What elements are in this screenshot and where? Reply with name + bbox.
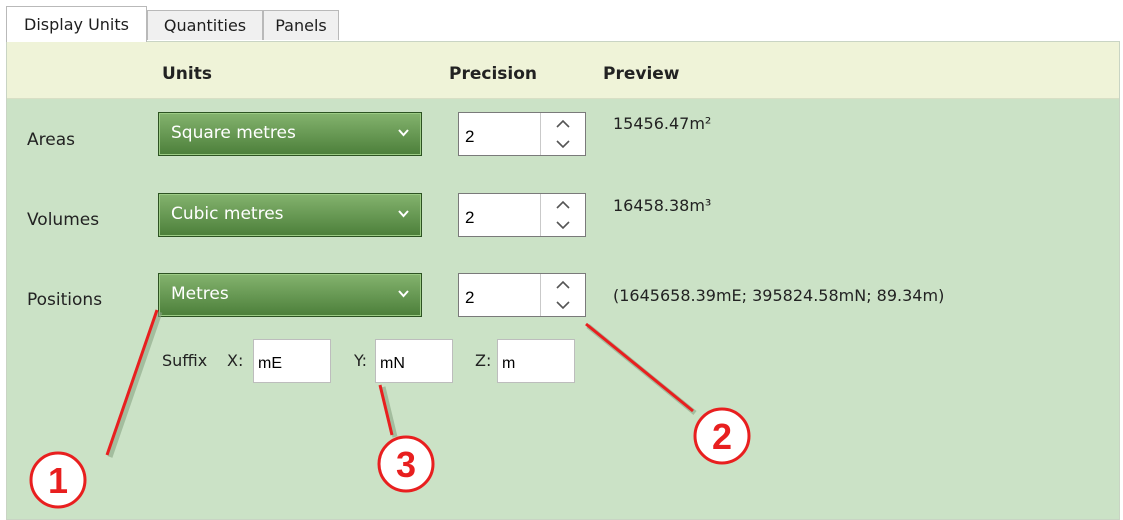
areas-precision-up-button[interactable] [541,113,585,134]
volumes-unit-value: Cubic metres [171,204,284,224]
chevron-down-icon [398,129,409,137]
suffix-x-label: X: [227,351,244,370]
chevron-up-icon [556,280,570,289]
preview-column-header: Preview [603,64,680,84]
chevron-down-icon [398,210,409,218]
tab-strip: Display Units Quantities Panels [0,0,1123,42]
volumes-unit-dropdown[interactable]: Cubic metres [158,193,422,237]
suffix-x-input[interactable] [253,339,331,383]
positions-unit-dropdown[interactable]: Metres [158,273,422,317]
display-units-panel: Units Precision Preview Areas Square met… [6,41,1120,520]
tab-quantities[interactable]: Quantities [147,10,263,40]
positions-preview: (1645658.39mE; 395824.58mN; 89.34m) [613,286,945,305]
suffix-y-input[interactable] [375,339,453,383]
volumes-preview: 16458.38m³ [613,196,712,215]
volumes-precision-spinner [458,193,586,237]
volumes-precision-down-button[interactable] [541,215,585,236]
positions-label: Positions [27,290,103,310]
positions-precision-spinner [458,273,586,317]
volumes-spin-buttons [540,194,585,236]
positions-unit-value: Metres [171,284,229,304]
positions-precision-up-button[interactable] [541,274,585,295]
areas-preview: 15456.47m² [613,114,712,133]
areas-precision-input[interactable] [459,113,541,155]
positions-spin-buttons [540,274,585,316]
precision-column-header: Precision [449,64,538,84]
volumes-label: Volumes [27,210,100,230]
positions-precision-input[interactable] [459,274,541,316]
areas-spin-buttons [540,113,585,155]
volumes-precision-up-button[interactable] [541,194,585,215]
units-column-header: Units [162,64,212,84]
suffix-label: Suffix [162,351,208,370]
column-header-row: Units Precision Preview [7,42,1119,99]
tab-display-units[interactable]: Display Units [6,6,147,42]
areas-unit-value: Square metres [171,123,296,143]
suffix-z-label: Z: [475,351,492,370]
volumes-precision-input[interactable] [459,194,541,236]
chevron-up-icon [556,119,570,128]
areas-label: Areas [27,130,75,150]
suffix-y-label: Y: [354,351,368,370]
tab-panels[interactable]: Panels [263,10,339,40]
chevron-down-icon [556,140,570,149]
areas-precision-spinner [458,112,586,156]
suffix-z-input[interactable] [497,339,575,383]
chevron-up-icon [556,200,570,209]
chevron-down-icon [398,290,409,298]
positions-precision-down-button[interactable] [541,295,585,316]
chevron-down-icon [556,301,570,310]
areas-unit-dropdown[interactable]: Square metres [158,112,422,156]
areas-precision-down-button[interactable] [541,134,585,155]
chevron-down-icon [556,221,570,230]
